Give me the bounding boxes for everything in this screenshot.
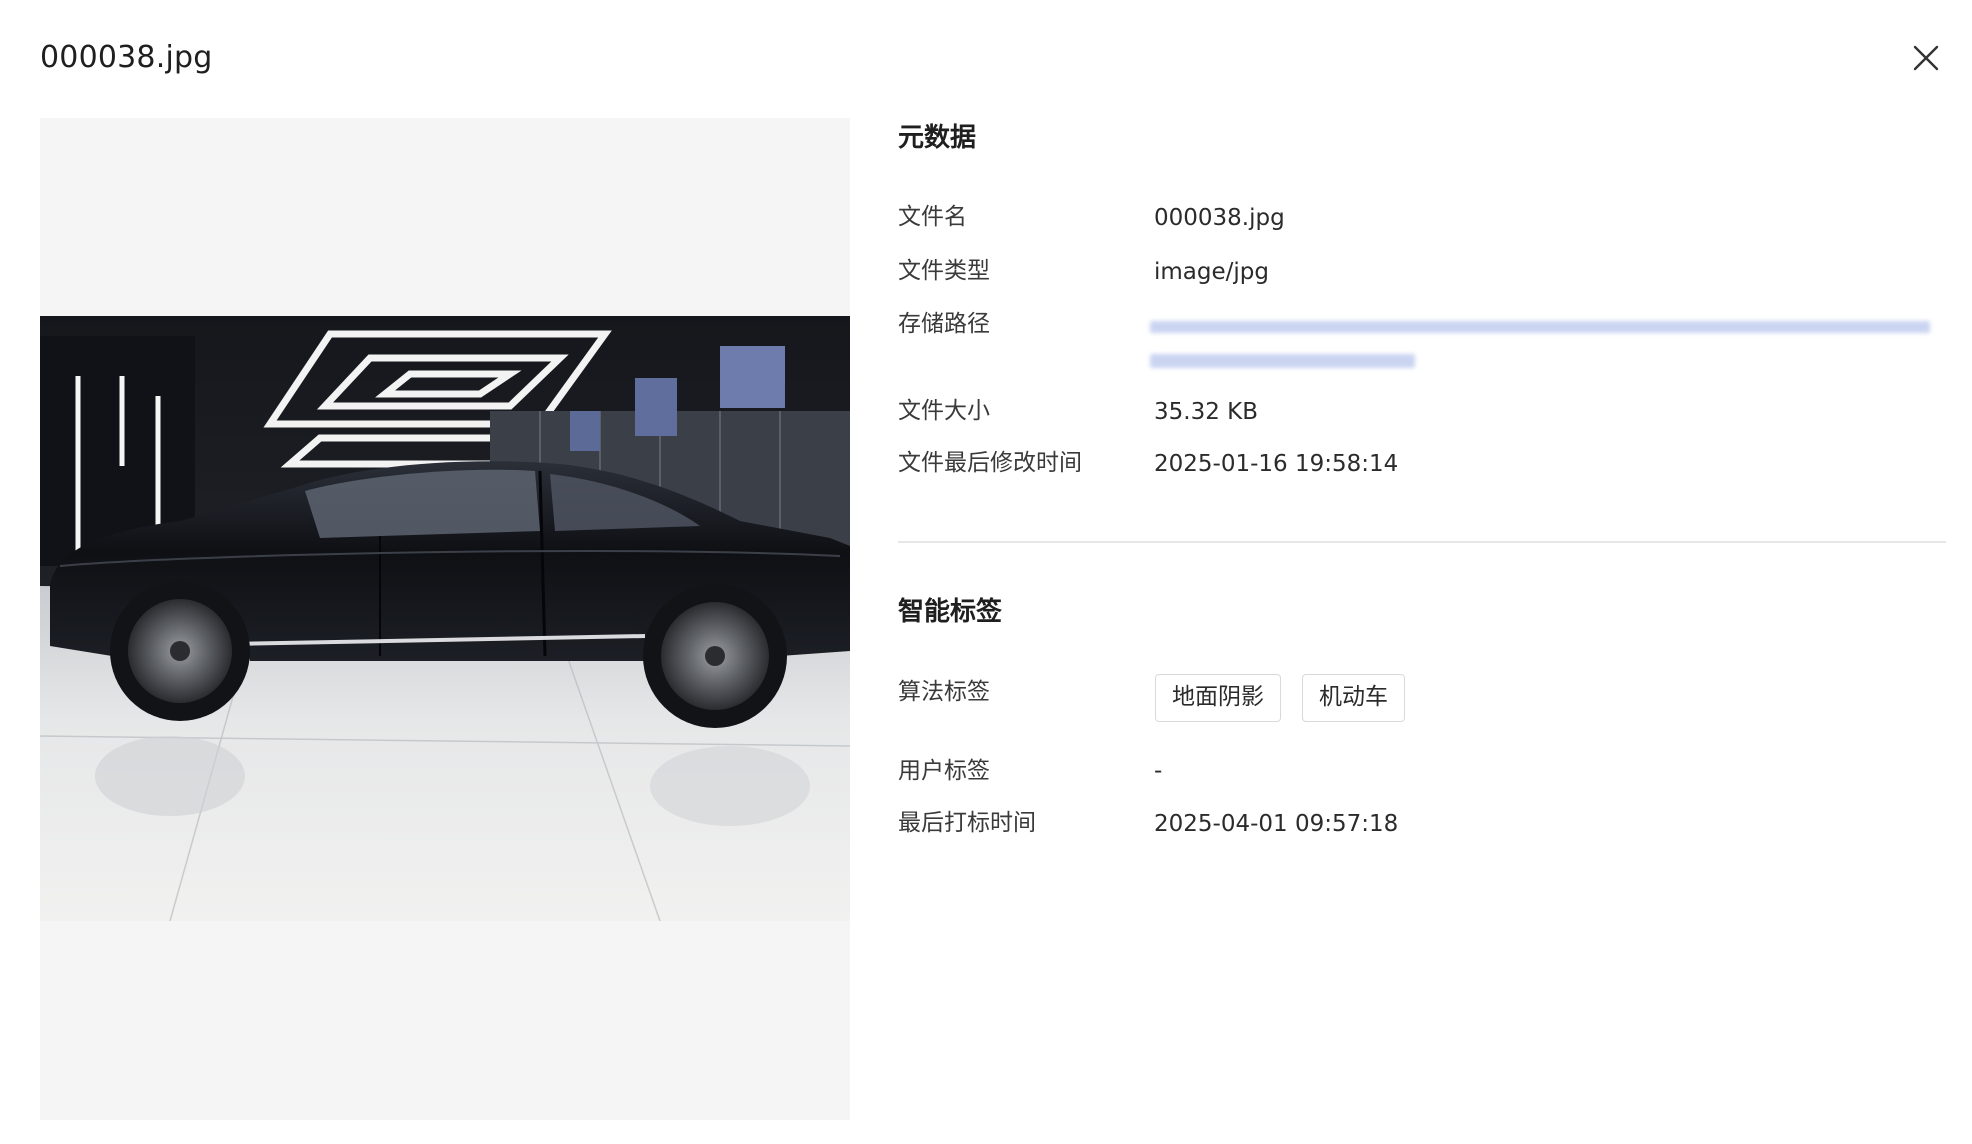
filetype-label: 文件类型 (898, 258, 990, 284)
last-tag-time-value: 2025-04-01 09:57:18 (1154, 811, 1399, 837)
modified-time-value: 2025-01-16 19:58:14 (1154, 451, 1399, 477)
filename-label: 文件名 (898, 204, 967, 230)
filename-value: 000038.jpg (1154, 205, 1285, 231)
dialog-title: 000038.jpg (40, 40, 213, 75)
algorithm-tag[interactable]: 地面阴影 (1155, 674, 1281, 722)
close-button[interactable] (1908, 40, 1944, 76)
last-tag-time-label: 最后打标时间 (898, 810, 1036, 836)
user-tags-label: 用户标签 (898, 758, 990, 784)
smart-tags-section-title: 智能标签 (898, 597, 1003, 627)
section-divider (898, 541, 1946, 543)
filetype-value: image/jpg (1154, 259, 1269, 285)
metadata-section-title: 元数据 (898, 123, 977, 153)
image-preview (40, 118, 850, 1120)
modified-time-label: 文件最后修改时间 (898, 450, 1082, 476)
car-photo (40, 316, 850, 921)
file-detail-dialog: 000038.jpg 元数据 文件名 000038.jpg 文件类型 image… (0, 0, 1972, 1144)
close-icon (1913, 45, 1939, 71)
algorithm-tag[interactable]: 机动车 (1302, 674, 1405, 722)
storage-path-label: 存储路径 (898, 311, 990, 337)
user-tags-value: - (1154, 758, 1163, 784)
algorithm-tags-label: 算法标签 (898, 679, 990, 705)
filesize-value: 35.32 KB (1154, 399, 1259, 425)
filesize-label: 文件大小 (898, 398, 990, 424)
